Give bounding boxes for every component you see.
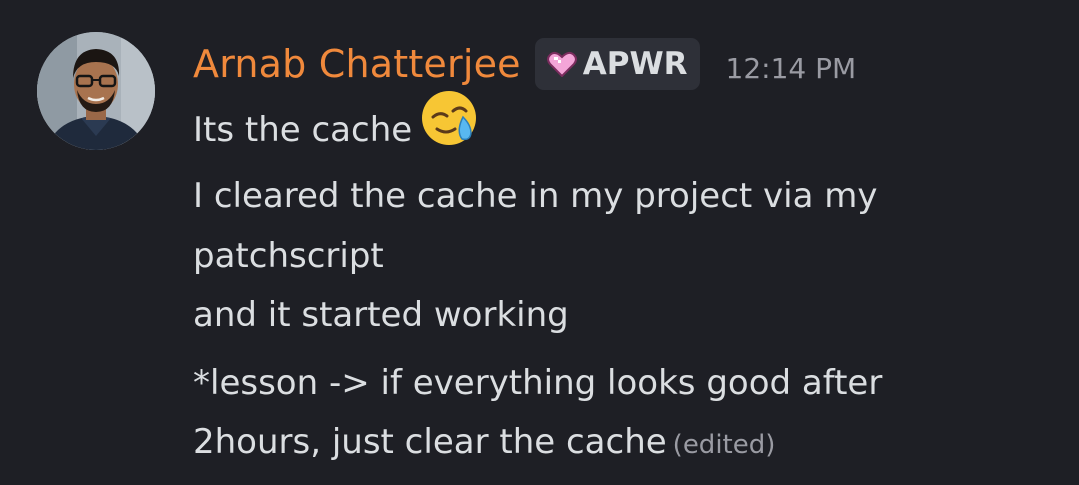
server-tag-label: APWR — [582, 46, 688, 82]
message-header: Arnab Chatterjee APWR 12:14 PM — [193, 36, 856, 92]
chat-message: Arnab Chatterjee APWR 12:14 PM Its the c… — [0, 0, 1079, 485]
pink-heart-icon — [546, 51, 577, 77]
edited-indicator[interactable]: (edited) — [673, 430, 776, 460]
message-text: Its the cache — [193, 110, 413, 150]
message-timestamp[interactable]: 12:14 PM — [726, 52, 857, 85]
message-line-1: Its the cache — [193, 91, 478, 166]
face-holding-back-tears-emoji-icon[interactable] — [420, 89, 478, 166]
message-line-2: I cleared the cache in my project via my — [193, 176, 878, 216]
message-text: 2hours, just clear the cache — [193, 422, 667, 462]
message-line-4: and it started working — [193, 295, 569, 335]
avatar-photo-icon — [37, 32, 155, 150]
user-avatar[interactable] — [37, 32, 155, 150]
server-tag-badge[interactable]: APWR — [534, 38, 700, 90]
message-line-3: patchscript — [193, 236, 384, 276]
message-line-5: *lesson -> if everything looks good afte… — [193, 363, 883, 403]
message-line-6: 2hours, just clear the cache (edited) — [193, 413, 775, 475]
author-name[interactable]: Arnab Chatterjee — [193, 42, 521, 86]
